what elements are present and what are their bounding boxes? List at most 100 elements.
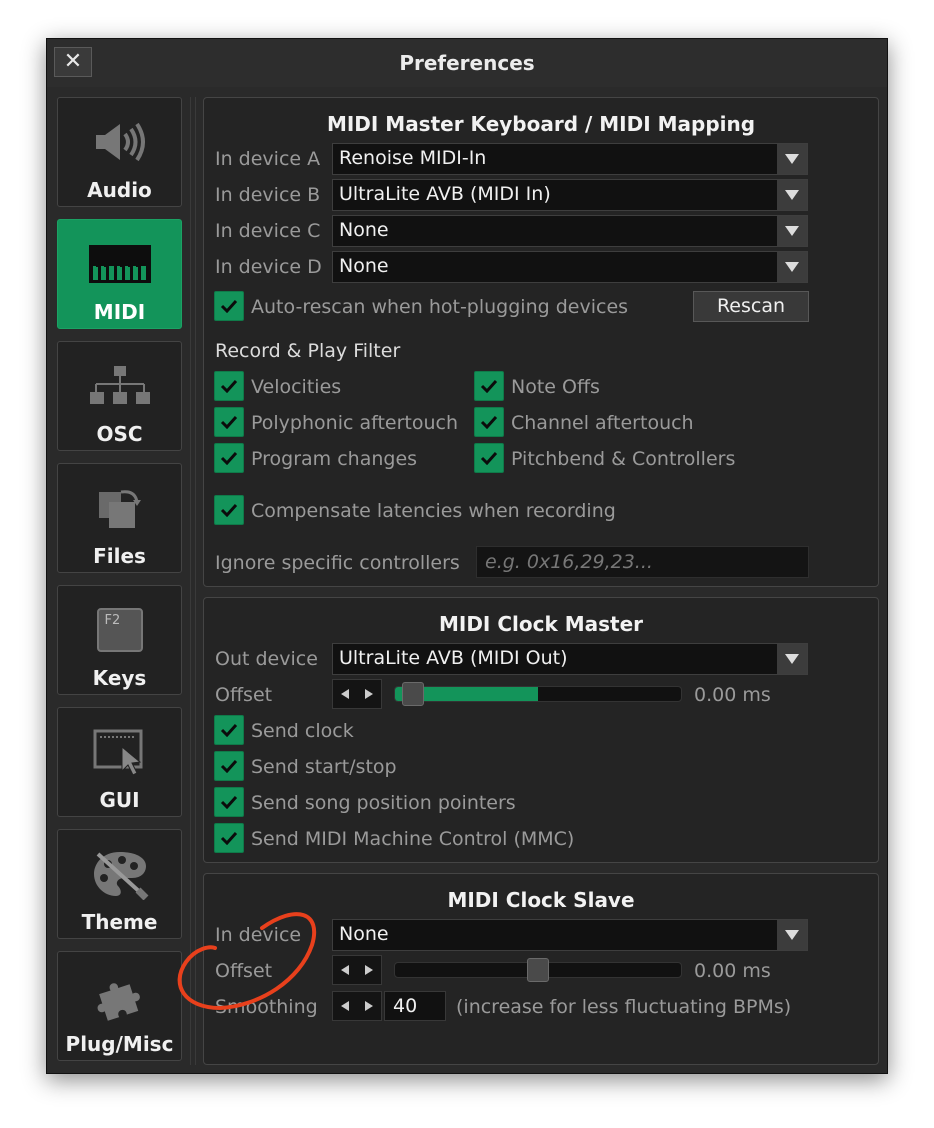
compensate-latencies-checkbox[interactable]	[214, 495, 244, 525]
send-clock-checkbox[interactable]	[214, 715, 244, 745]
smoothing-label: Smoothing	[215, 996, 318, 1018]
panel-title: MIDI Clock Slave	[447, 888, 635, 912]
out-device-select[interactable]: UltraLite AVB (MIDI Out)	[332, 643, 808, 675]
polyphonic-aftertouch-label: Polyphonic aftertouch	[251, 412, 459, 434]
palette-icon	[58, 844, 181, 904]
sidebar-item-label: Theme	[81, 910, 158, 934]
in-device-c-label: In device C	[215, 220, 321, 242]
slider-handle[interactable]	[402, 682, 424, 706]
ignore-controllers-input[interactable]	[476, 546, 809, 578]
master-offset-stepper[interactable]	[332, 679, 382, 709]
sidebar-item-label: GUI	[99, 788, 140, 812]
piano-keys-icon	[58, 234, 181, 294]
midi-clock-slave-panel: MIDI Clock Slave In device None Offset 0…	[203, 873, 879, 1065]
arrow-right-icon	[365, 1001, 373, 1011]
sidebar-item-osc[interactable]: OSC	[57, 341, 182, 451]
auto-rescan-checkbox[interactable]	[214, 291, 244, 321]
program-changes-checkbox[interactable]	[214, 443, 244, 473]
velocities-label: Velocities	[251, 376, 342, 398]
filter-heading: Record & Play Filter	[215, 340, 401, 362]
note-offs-checkbox[interactable]	[474, 371, 504, 401]
in-device-d-label: In device D	[215, 256, 322, 278]
sidebar-item-plug-misc[interactable]: Plug/Misc	[57, 951, 182, 1061]
in-device-d-select[interactable]: None	[332, 251, 808, 283]
velocities-checkbox[interactable]	[214, 371, 244, 401]
channel-aftertouch-checkbox[interactable]	[474, 407, 504, 437]
smoothing-value[interactable]: 40	[384, 991, 446, 1021]
checkmark-icon	[480, 415, 498, 429]
rescan-button[interactable]: Rescan	[693, 291, 809, 322]
sidebar-item-label: Plug/Misc	[65, 1032, 174, 1056]
midi-mapping-panel: MIDI Master Keyboard / MIDI Mapping In d…	[203, 97, 879, 587]
in-device-c-select[interactable]: None	[332, 215, 808, 247]
chevron-down-icon	[777, 920, 807, 950]
in-device-b-select[interactable]: UltraLite AVB (MIDI In)	[332, 179, 808, 211]
slave-offset-value: 0.00 ms	[694, 960, 771, 982]
polyphonic-aftertouch-checkbox[interactable]	[214, 407, 244, 437]
chevron-down-icon	[777, 252, 807, 282]
arrow-left-icon	[341, 965, 349, 975]
send-start-stop-checkbox[interactable]	[214, 751, 244, 781]
slave-in-device-select[interactable]: None	[332, 919, 808, 951]
checkmark-icon	[220, 415, 238, 429]
sidebar-item-gui[interactable]: GUI	[57, 707, 182, 817]
arrow-left-icon	[341, 689, 349, 699]
program-changes-label: Program changes	[251, 448, 418, 470]
slave-offset-stepper[interactable]	[332, 955, 382, 985]
send-song-position-checkbox[interactable]	[214, 787, 244, 817]
checkmark-icon	[480, 451, 498, 465]
master-offset-value: 0.00 ms	[694, 684, 771, 706]
selected-value: None	[339, 923, 389, 945]
f2-key-icon: F2	[58, 600, 181, 660]
ignore-controllers-label: Ignore specific controllers	[215, 552, 460, 574]
files-icon	[58, 478, 181, 538]
window-title: Preferences	[399, 51, 535, 75]
chevron-down-icon	[777, 144, 807, 174]
sidebar-item-keys[interactable]: F2 Keys	[57, 585, 182, 695]
checkmark-icon	[220, 723, 238, 737]
pitchbend-controllers-checkbox[interactable]	[474, 443, 504, 473]
send-mmc-label: Send MIDI Machine Control (MMC)	[251, 828, 575, 850]
speaker-icon	[58, 112, 181, 172]
checkmark-icon	[220, 831, 238, 845]
sidebar-item-midi[interactable]: MIDI	[57, 219, 182, 329]
master-offset-label: Offset	[215, 684, 273, 706]
sidebar-item-label: OSC	[96, 422, 143, 446]
checkmark-icon	[220, 503, 238, 517]
chevron-down-icon	[777, 216, 807, 246]
note-offs-label: Note Offs	[511, 376, 600, 398]
master-offset-slider[interactable]	[394, 686, 682, 702]
checkmark-icon	[480, 379, 498, 393]
panel-title: MIDI Clock Master	[438, 612, 644, 636]
in-device-a-label: In device A	[215, 148, 321, 170]
in-device-a-select[interactable]: Renoise MIDI-In	[332, 143, 808, 175]
sidebar-item-files[interactable]: Files	[57, 463, 182, 573]
sidebar-item-theme[interactable]: Theme	[57, 829, 182, 939]
preferences-window: Preferences ✕ Audio MIDI OSC Files F2 Ke…	[46, 38, 888, 1074]
checkmark-icon	[220, 379, 238, 393]
sidebar-item-label: Files	[93, 544, 146, 568]
slider-handle[interactable]	[527, 958, 549, 982]
f2-key-text: F2	[104, 613, 121, 628]
smoothing-hint: (increase for less fluctuating BPMs)	[456, 996, 792, 1018]
sidebar-item-audio[interactable]: Audio	[57, 97, 182, 207]
smoothing-stepper[interactable]	[332, 991, 382, 1021]
close-button[interactable]: ✕	[54, 47, 92, 77]
chevron-down-icon	[777, 644, 807, 674]
send-start-stop-label: Send start/stop	[251, 756, 397, 778]
send-mmc-checkbox[interactable]	[214, 823, 244, 853]
arrow-left-icon	[341, 1001, 349, 1011]
pitchbend-controllers-label: Pitchbend & Controllers	[511, 448, 736, 470]
send-clock-label: Send clock	[251, 720, 354, 742]
checkmark-icon	[220, 795, 238, 809]
panel-title: MIDI Master Keyboard / MIDI Mapping	[326, 112, 756, 136]
checkmark-icon	[220, 299, 238, 313]
puzzle-icon	[58, 966, 181, 1026]
checkmark-icon	[220, 759, 238, 773]
selected-value: None	[339, 255, 389, 277]
auto-rescan-label: Auto-rescan when hot-plugging devices	[251, 296, 629, 318]
midi-clock-master-panel: MIDI Clock Master Out device UltraLite A…	[203, 597, 879, 863]
send-song-position-label: Send song position pointers	[251, 792, 516, 814]
chevron-down-icon	[777, 180, 807, 210]
slave-offset-label: Offset	[215, 960, 273, 982]
